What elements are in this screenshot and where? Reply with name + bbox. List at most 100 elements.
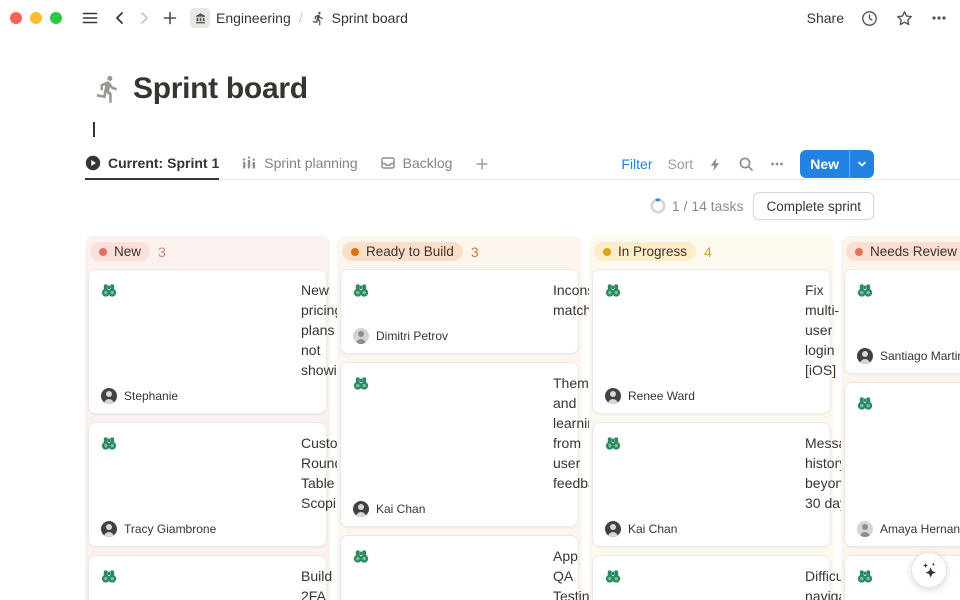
binoculars-icon [857, 395, 960, 513]
card-assignee: Kai Chan [605, 521, 818, 537]
binoculars-icon [101, 282, 295, 380]
binoculars-icon [857, 282, 960, 340]
maximize-window-button[interactable] [50, 12, 62, 24]
column-header: Needs Review [844, 242, 960, 269]
building-icon [190, 8, 210, 28]
card-assignee: Kai Chan [353, 501, 566, 517]
assignee-name: Stephanie [124, 389, 178, 403]
board-card[interactable]: Build 2FA for mobileJames Williams [88, 555, 327, 600]
nav-back-icon[interactable] [108, 6, 132, 30]
assignee-name: Tracy Giambrone [124, 522, 216, 536]
board-card[interactable]: Customer Round Table & ScopingTracy Giam… [88, 422, 327, 547]
card-assignee: Tracy Giambrone [101, 521, 314, 537]
column-name: In Progress [618, 244, 687, 259]
column-header: New3 [88, 242, 327, 269]
avatar [353, 328, 369, 344]
nav-forward-icon[interactable] [132, 6, 156, 30]
new-page-icon[interactable] [158, 6, 182, 30]
board-card[interactable]: Themes and learnings from user feedbackK… [340, 362, 579, 527]
column-status-pill[interactable]: In Progress [594, 242, 696, 261]
sprint-status-bar: 1 / 14 tasks Complete sprint [85, 192, 960, 220]
card-assignee: Santiago Martinez [857, 348, 960, 364]
board-column-needs-review: Needs Review Algorithm A/B TestingSantiag… [841, 236, 960, 600]
backlog-icon [380, 155, 396, 171]
window-controls [10, 12, 62, 24]
automation-bolt-icon[interactable] [708, 157, 723, 172]
column-status-pill[interactable]: Needs Review [846, 242, 960, 261]
assignee-name: Santiago Martinez [880, 349, 960, 363]
view-more-icon[interactable] [769, 156, 785, 172]
tab-label: Current: Sprint 1 [108, 155, 219, 171]
column-count: 3 [471, 244, 479, 260]
avatar [353, 501, 369, 517]
board-card[interactable]: Inconsistent matchesDimitri Petrov [340, 269, 579, 354]
card-assignee: Stephanie [101, 388, 314, 404]
sprint-play-icon [85, 155, 101, 171]
column-status-pill[interactable]: Ready to Build [342, 242, 463, 261]
binoculars-icon [353, 375, 547, 493]
tab-backlog[interactable]: Backlog [380, 149, 453, 180]
add-view-icon[interactable] [474, 149, 490, 179]
tab-current-sprint-1[interactable]: Current: Sprint 1 [85, 149, 219, 180]
board-card[interactable]: Inconsistent user experience across diff… [844, 382, 960, 547]
updates-clock-icon[interactable] [860, 9, 879, 28]
column-name: Ready to Build [366, 244, 454, 259]
avatar [101, 521, 117, 537]
assignee-name: Renee Ward [628, 389, 695, 403]
breadcrumb-workspace[interactable]: Engineering [216, 10, 291, 26]
assignee-name: Dimitri Petrov [376, 329, 448, 343]
board-column-in-progress: In Progress4Fix multi-user login [iOS]Re… [589, 236, 834, 600]
close-window-button[interactable] [10, 12, 22, 24]
avatar [857, 521, 873, 537]
new-task-label: New [800, 150, 849, 178]
column-name: New [114, 244, 141, 259]
binoculars-icon [101, 568, 295, 600]
chevron-down-icon[interactable] [849, 150, 874, 178]
breadcrumb: Engineering / Sprint board [190, 8, 408, 28]
tab-label: Backlog [403, 155, 453, 171]
binoculars-icon [353, 282, 547, 320]
column-name: Needs Review [870, 244, 957, 259]
assignee-name: Amaya Hernandez [880, 522, 960, 536]
filter-button[interactable]: Filter [621, 156, 652, 172]
text-cursor [93, 122, 95, 137]
card-assignee: Renee Ward [605, 388, 818, 404]
tab-sprint-planning[interactable]: Sprint planning [241, 149, 357, 180]
complete-sprint-button[interactable]: Complete sprint [753, 192, 874, 220]
binoculars-icon [353, 548, 547, 600]
more-options-icon[interactable] [930, 9, 948, 27]
status-dot [603, 248, 611, 256]
card-title: Fix multi-user login [iOS] [805, 280, 839, 380]
tab-label: Sprint planning [264, 155, 357, 171]
breadcrumb-page[interactable]: Sprint board [332, 10, 408, 26]
new-task-button[interactable]: New [800, 150, 874, 178]
search-icon[interactable] [738, 156, 754, 172]
runner-icon [311, 11, 326, 26]
page-title[interactable]: Sprint board [133, 72, 308, 106]
card-assignee: Dimitri Petrov [353, 328, 566, 344]
share-button[interactable]: Share [807, 10, 844, 26]
sidebar-toggle-icon[interactable] [78, 6, 102, 30]
favorite-star-icon[interactable] [895, 9, 914, 28]
board-column-ready-to-build: Ready to Build 3 Inconsistent matchesDimit… [337, 236, 582, 600]
minimize-window-button[interactable] [30, 12, 42, 24]
assignee-name: Kai Chan [628, 522, 677, 536]
ai-sparkle-button[interactable] [911, 552, 947, 588]
card-assignee: Amaya Hernandez [857, 521, 960, 537]
kanban-board: New3New pricing plans not showingStephan… [85, 236, 960, 600]
column-status-pill[interactable]: New [90, 242, 150, 261]
binoculars-icon [605, 435, 799, 513]
avatar [605, 521, 621, 537]
binoculars-icon [605, 282, 799, 380]
board-card[interactable]: Difficulty navigating the platformEmma S… [592, 555, 831, 600]
board-column-new: New3New pricing plans not showingStephan… [85, 236, 330, 600]
sort-button[interactable]: Sort [668, 156, 694, 172]
runner-icon[interactable] [93, 74, 123, 104]
board-card[interactable]: App QA TestingAlice Antonelli [340, 535, 579, 600]
board-card[interactable]: New pricing plans not showingStephanie [88, 269, 327, 414]
board-card[interactable]: Message history beyond 30 daysKai Chan [592, 422, 831, 547]
board-card[interactable]: Algorithm A/B TestingSantiago Martinez [844, 269, 960, 374]
status-dot [855, 248, 863, 256]
board-card[interactable]: Fix multi-user login [iOS]Renee Ward [592, 269, 831, 414]
binoculars-icon [605, 568, 799, 600]
